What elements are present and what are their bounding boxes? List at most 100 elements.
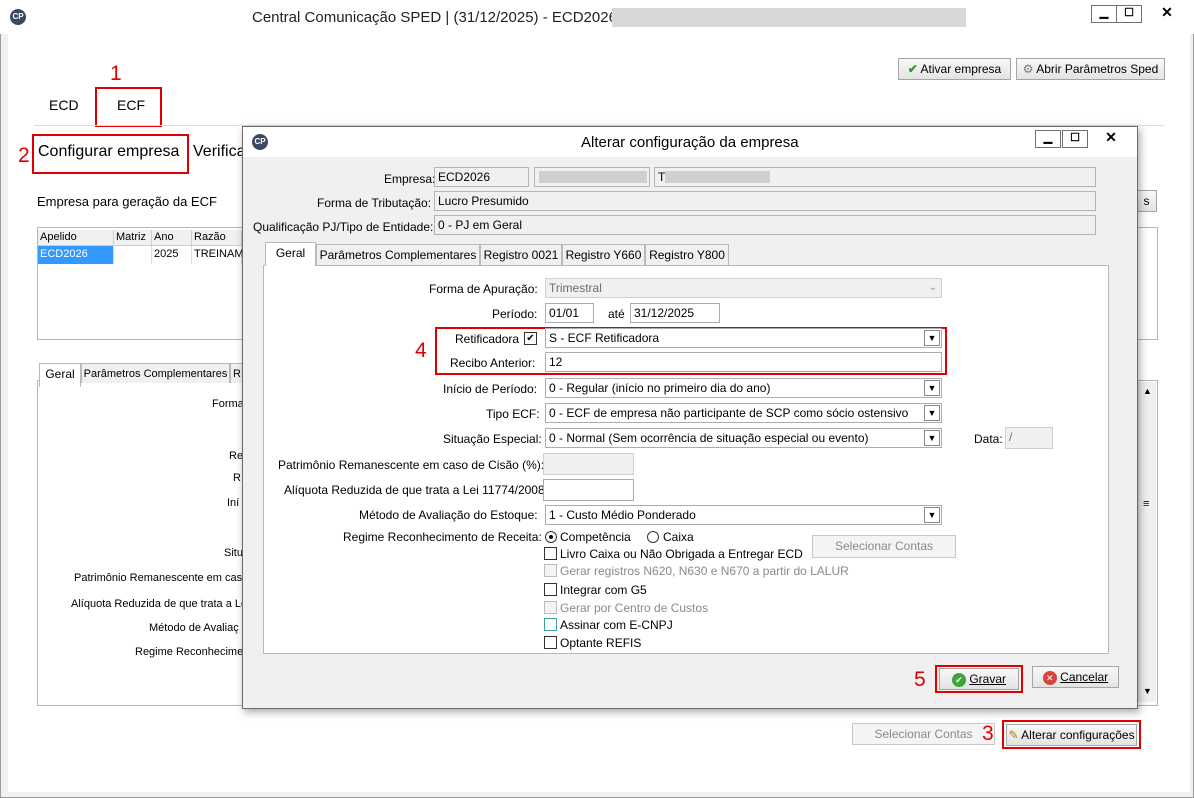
- redacted-empresa-name: [665, 171, 770, 183]
- cancelar-label: Cancelar: [1060, 670, 1109, 684]
- lower-scrollbar[interactable]: ▲ ≡ ▼: [1138, 382, 1156, 702]
- lower-label-forma: Forma: [212, 398, 244, 410]
- dialog-maximize-icon[interactable]: ☐: [1062, 130, 1088, 148]
- integrar-g5-checkbox[interactable]: [544, 583, 557, 596]
- centro-custos-checkbox[interactable]: [544, 601, 557, 614]
- grid-cell-razao[interactable]: TREINAM: [192, 246, 244, 264]
- recibo-label: Recibo Anterior:: [450, 356, 536, 370]
- empresa-name-field: T: [654, 167, 1096, 187]
- title-bar: CP Central Comunicação SPED | (31/12/202…: [0, 0, 1194, 34]
- regime-label: Regime Reconhecimento de Receita:: [343, 530, 542, 544]
- lower-label-metodo: Método de Avaliaç: [149, 622, 239, 634]
- retificadora-select[interactable]: S - ECF Retificadora ▼: [545, 328, 942, 348]
- dialog-minimize-icon[interactable]: ▁: [1035, 130, 1061, 148]
- recibo-anterior-input[interactable]: 12: [545, 352, 942, 372]
- gerar-registros-checkbox[interactable]: [544, 564, 557, 577]
- lower-label-re: Re: [229, 450, 244, 462]
- annotation-1: 1: [110, 62, 122, 85]
- chevron-down-icon: ⌄: [928, 282, 937, 293]
- retificadora-checkbox[interactable]: ✔: [524, 332, 537, 345]
- annotation-4: 4: [415, 339, 427, 362]
- competencia-radio[interactable]: [545, 531, 557, 543]
- optante-refis-checkbox[interactable]: [544, 636, 557, 649]
- cancel-icon: ✕: [1042, 671, 1057, 685]
- periodo-inicio-input[interactable]: 01/01: [545, 303, 594, 323]
- scroll-grip-icon[interactable]: ≡: [1143, 498, 1149, 510]
- chevron-down-icon: ▼: [924, 507, 940, 523]
- dialog-tab-registro-0021[interactable]: Registro 0021: [480, 244, 562, 265]
- tab-verificar[interactable]: Verifica: [193, 143, 245, 161]
- grid-header-razao[interactable]: Razão: [192, 230, 242, 246]
- tipo-ecf-value: 0 - ECF de empresa não participante de S…: [549, 406, 909, 420]
- tab-ecf[interactable]: ECF: [117, 97, 145, 113]
- scroll-down-icon[interactable]: ▼: [1143, 686, 1152, 696]
- retificadora-value: S - ECF Retificadora: [549, 331, 660, 345]
- lower-tab-geral[interactable]: Geral: [39, 363, 81, 387]
- aliquota-input[interactable]: [543, 479, 634, 501]
- data-label: Data:: [974, 432, 1003, 446]
- retificadora-label: Retificadora: [455, 332, 520, 346]
- alterar-configuracoes-button[interactable]: ✎ Alterar configurações: [1006, 724, 1137, 746]
- scroll-up-icon[interactable]: ▲: [1143, 386, 1152, 396]
- cancelar-button[interactable]: ✕ Cancelar: [1032, 666, 1119, 688]
- apuracao-select[interactable]: Trimestral ⌄: [545, 278, 942, 298]
- tributacao-field: Lucro Presumido: [434, 191, 1096, 211]
- tab-ecd[interactable]: ECD: [49, 97, 79, 113]
- situacao-select[interactable]: 0 - Normal (Sem ocorrência de situação e…: [545, 428, 942, 448]
- alterar-configuracoes-label: Alterar configurações: [1021, 728, 1135, 742]
- caixa-radio[interactable]: [647, 531, 659, 543]
- grid-cell-ano[interactable]: 2025: [152, 246, 192, 264]
- grid-header-matriz[interactable]: Matriz: [114, 230, 152, 246]
- patrimonio-input[interactable]: [543, 453, 634, 475]
- metodo-label: Método de Avaliação do Estoque:: [359, 508, 538, 522]
- annotation-5: 5: [914, 668, 926, 691]
- abrir-parametros-button[interactable]: ⚙ Abrir Parâmetros Sped: [1016, 58, 1165, 80]
- tributacao-label: Forma de Tributação:: [317, 196, 432, 210]
- competencia-label: Competência: [560, 530, 631, 544]
- empresa-label: Empresa:: [384, 172, 436, 186]
- grid-header-ano[interactable]: Ano: [152, 230, 192, 246]
- annotation-2: 2: [18, 144, 30, 167]
- annotation-3: 3: [982, 722, 994, 745]
- periodo-fim-input[interactable]: 31/12/2025: [630, 303, 720, 323]
- dialog-tab-geral[interactable]: Geral: [265, 242, 316, 266]
- dialog-selecionar-contas-button[interactable]: Selecionar Contas: [812, 535, 956, 558]
- dialog-logo-icon: CP: [252, 134, 268, 150]
- dialog-tab-registro-y660[interactable]: Registro Y660: [562, 244, 645, 265]
- integrar-g5-label: Integrar com G5: [560, 583, 647, 597]
- gravar-button[interactable]: ✔ Gravar: [939, 668, 1019, 690]
- close-icon[interactable]: ✕: [1152, 5, 1182, 23]
- grid-header-apelido[interactable]: Apelido: [38, 230, 114, 246]
- dialog-tab-parametros[interactable]: Parâmetros Complementares: [316, 244, 480, 265]
- minimize-icon[interactable]: ▁: [1091, 5, 1117, 23]
- qualificacao-field: 0 - PJ em Geral: [434, 215, 1096, 235]
- livro-caixa-checkbox[interactable]: [544, 547, 557, 560]
- aliquota-label: Alíquota Reduzida de que trata a Lei 117…: [284, 483, 548, 497]
- centro-custos-label: Gerar por Centro de Custos: [560, 601, 709, 615]
- lower-label-ini: Iní: [227, 497, 240, 509]
- tipo-ecf-select[interactable]: 0 - ECF de empresa não participante de S…: [545, 403, 942, 423]
- assinar-ecnpj-checkbox[interactable]: [544, 618, 557, 631]
- apuracao-value: Trimestral: [549, 281, 602, 295]
- tipo-ecf-label: Tipo ECF:: [486, 407, 540, 421]
- maximize-icon[interactable]: ☐: [1116, 5, 1142, 23]
- grid-cell-apelido[interactable]: ECD2026: [38, 246, 114, 264]
- dialog-tab-registro-y800[interactable]: Registro Y800: [645, 244, 729, 265]
- tab-configurar-empresa[interactable]: Configurar empresa: [38, 143, 179, 161]
- ativar-empresa-label: Ativar empresa: [920, 62, 1002, 76]
- partial-hidden-button[interactable]: s: [1136, 190, 1157, 212]
- data-input[interactable]: /: [1005, 427, 1053, 449]
- lower-tab-parametros[interactable]: Parâmetros Complementares: [81, 363, 230, 383]
- app-logo-icon: CP: [10, 9, 26, 25]
- grid-cell-matriz[interactable]: [114, 246, 152, 264]
- ativar-empresa-button[interactable]: ✔ Ativar empresa: [898, 58, 1011, 80]
- dialog-close-icon[interactable]: ✕: [1096, 130, 1126, 148]
- edit-icon: ✎: [1008, 728, 1019, 742]
- metodo-value: 1 - Custo Médio Ponderado: [549, 508, 696, 522]
- livro-caixa-label: Livro Caixa ou Não Obrigada a Entregar E…: [560, 547, 803, 561]
- selecionar-contas-button[interactable]: Selecionar Contas: [852, 723, 995, 745]
- lower-label-aliquota: Alíquota Reduzida de que trata a Le: [71, 598, 248, 610]
- inicio-periodo-select[interactable]: 0 - Regular (início no primeiro dia do a…: [545, 378, 942, 398]
- apuracao-label: Forma de Apuração:: [429, 282, 538, 296]
- metodo-select[interactable]: 1 - Custo Médio Ponderado ▼: [545, 505, 942, 525]
